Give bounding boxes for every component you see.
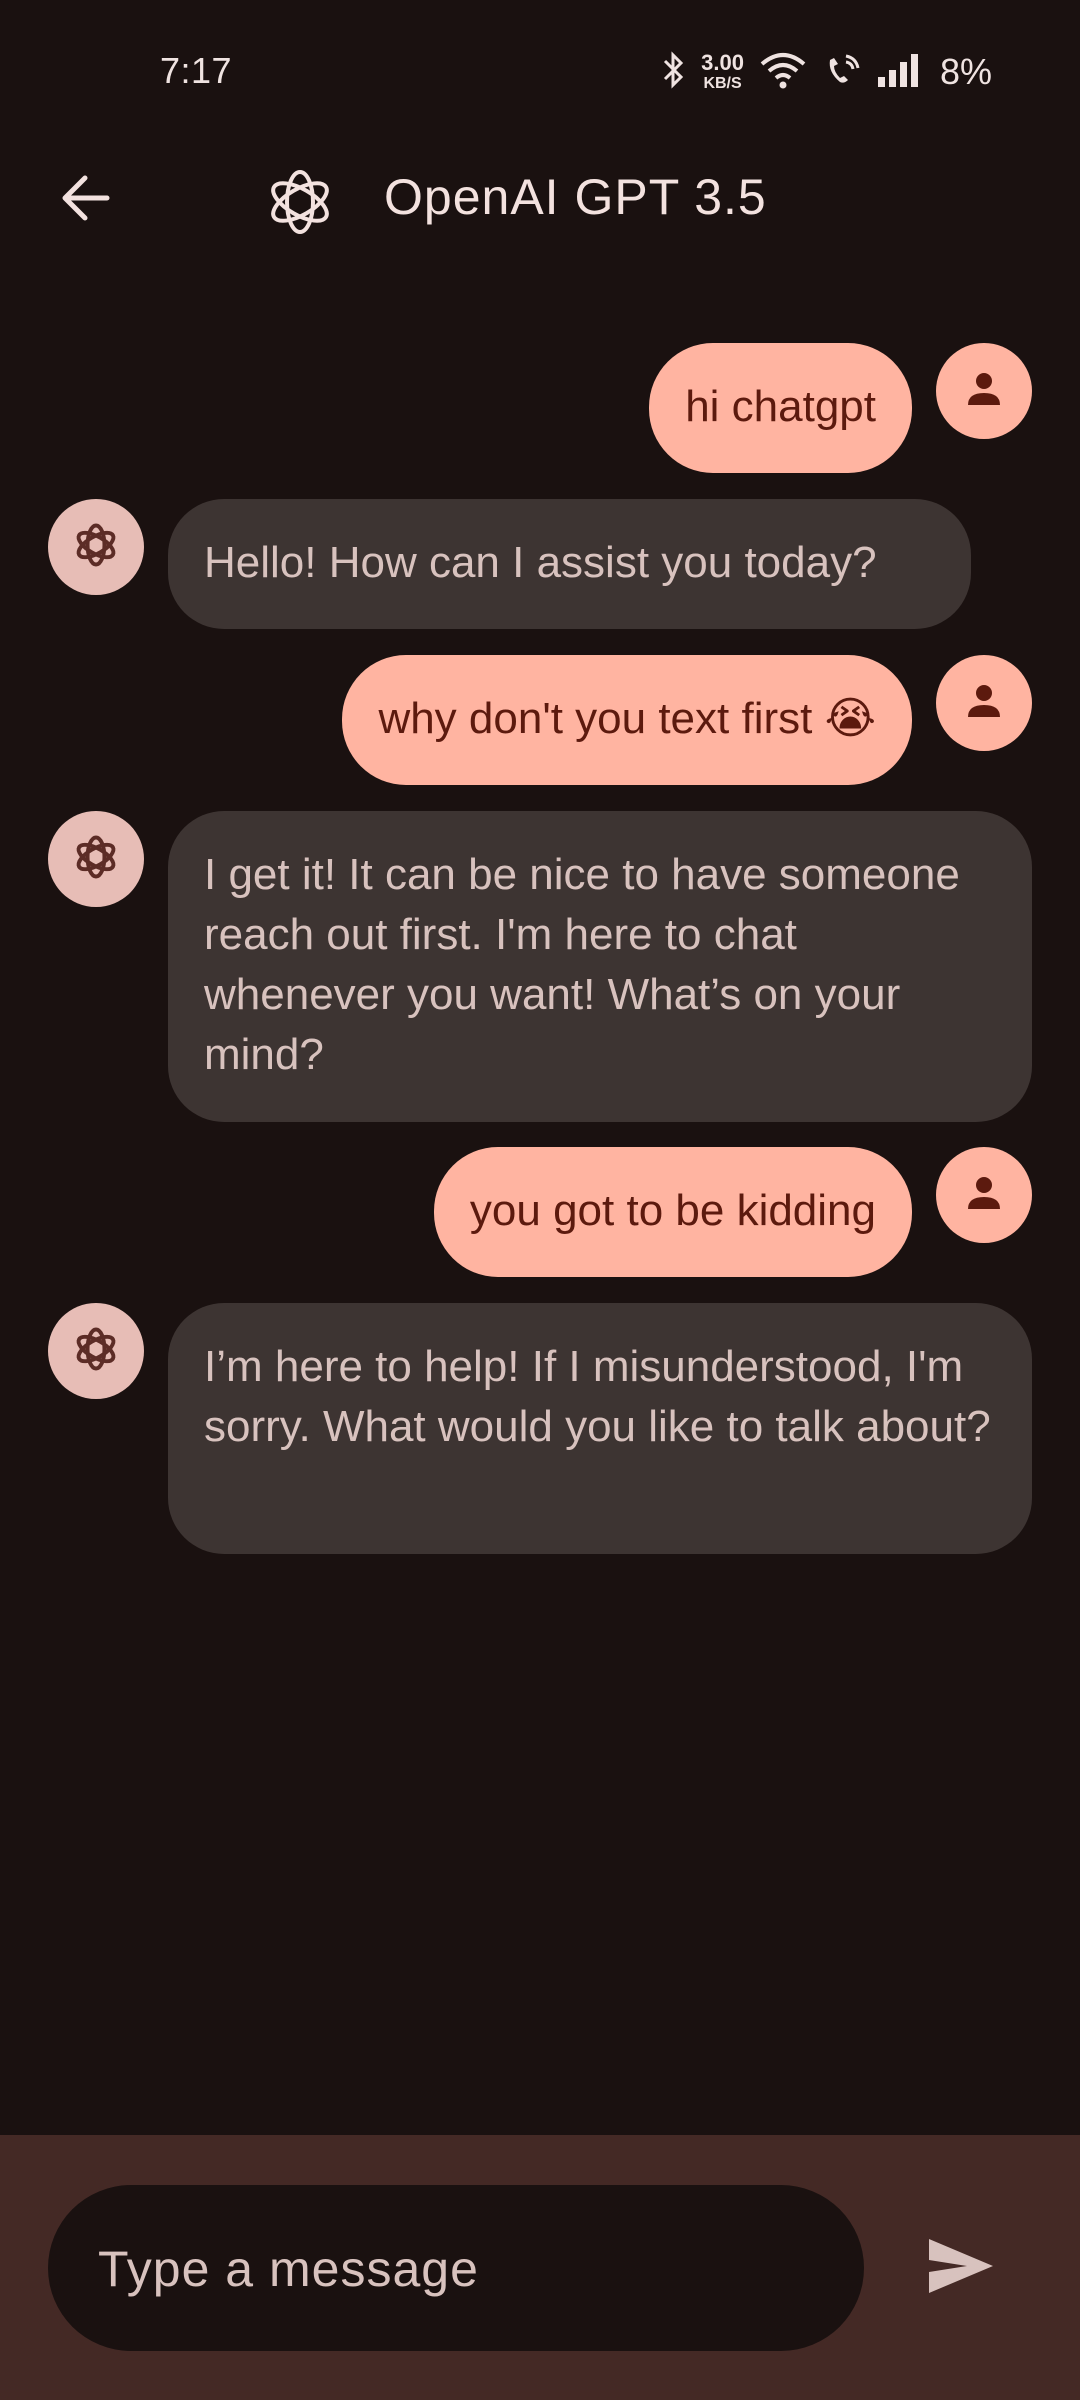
wifi-calling-icon xyxy=(822,50,862,95)
bot-avatar xyxy=(48,1303,144,1399)
wifi-icon xyxy=(758,50,808,95)
person-icon xyxy=(964,1173,1004,1218)
openai-logo-icon xyxy=(70,519,122,576)
message-input-container xyxy=(48,2185,864,2353)
network-speed-value: 3.00 xyxy=(701,50,744,75)
send-button[interactable] xyxy=(920,2227,1002,2309)
openai-logo-icon xyxy=(70,831,122,888)
user-message-bubble: why don't you text first 😭 xyxy=(342,655,912,785)
message-input[interactable] xyxy=(96,2185,820,2353)
bluetooth-icon xyxy=(661,50,687,95)
user-avatar xyxy=(936,1147,1032,1243)
assistant-message-bubble: I get it! It can be nice to have someone… xyxy=(168,811,1032,1122)
bot-avatar xyxy=(48,499,144,595)
network-speed-unit: KB/S xyxy=(703,75,742,92)
back-button[interactable] xyxy=(50,170,120,230)
openai-logo-icon xyxy=(260,162,340,242)
person-icon xyxy=(964,681,1004,726)
send-icon xyxy=(927,2237,995,2300)
chat-title: OpenAI GPT 3.5 xyxy=(384,169,767,225)
status-icons: 3.00 KB/S 8% xyxy=(661,48,992,96)
assistant-message-bubble: I’m here to help! If I misunderstood, I'… xyxy=(168,1303,1032,1554)
person-icon xyxy=(964,369,1004,414)
network-speed: 3.00 KB/S xyxy=(701,52,744,92)
composer-bar xyxy=(0,2135,1080,2400)
status-time: 7:17 xyxy=(160,50,233,91)
signal-icon xyxy=(876,53,920,92)
user-avatar xyxy=(936,343,1032,439)
user-avatar xyxy=(936,655,1032,751)
bot-avatar xyxy=(48,811,144,907)
user-message-bubble: hi chatgpt xyxy=(649,343,912,473)
user-message-bubble: you got to be kidding xyxy=(433,1147,912,1277)
assistant-message-bubble: Hello! How can I assist you today? xyxy=(168,499,971,629)
arrow-back-icon xyxy=(59,174,111,227)
app-bar: OpenAI GPT 3.5 xyxy=(0,150,1080,250)
openai-logo-icon xyxy=(70,1323,122,1380)
status-bar: 7:17 3.00 KB/S 8% xyxy=(0,0,1080,140)
battery-percent: 8% xyxy=(939,51,992,92)
